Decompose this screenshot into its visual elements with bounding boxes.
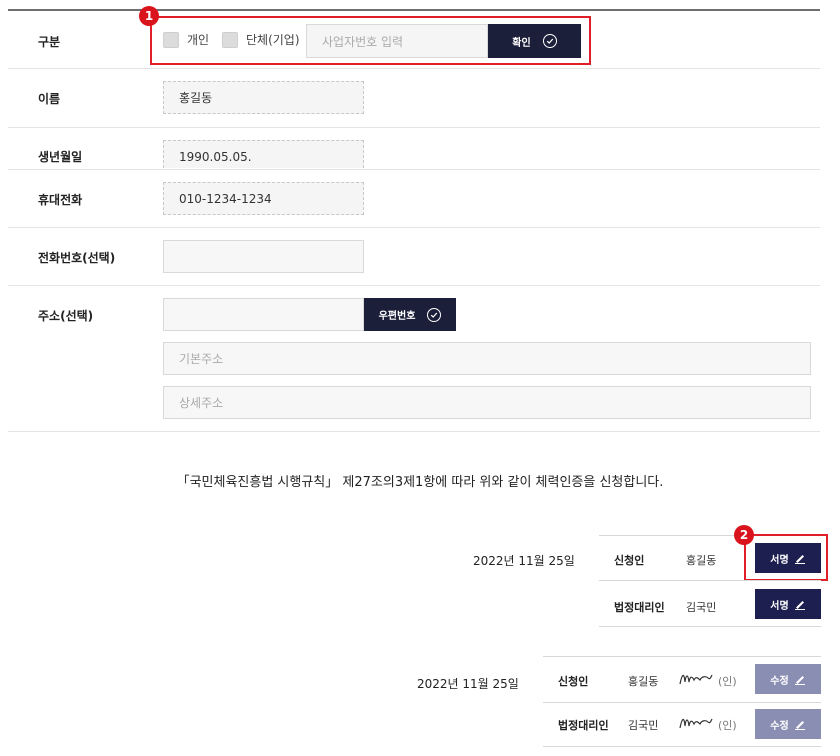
sign-date-1: 2022년 11월 25일 bbox=[473, 554, 575, 568]
applicant-label: 신청인 bbox=[558, 675, 589, 688]
row-separator bbox=[8, 169, 820, 170]
guardian-label: 법정대리인 bbox=[614, 601, 665, 614]
zipcode-button-label: 우편번호 bbox=[378, 311, 416, 322]
sign-date-2: 2022년 11월 25일 bbox=[417, 677, 519, 691]
pen-icon bbox=[794, 718, 806, 730]
applicant-edit-button[interactable]: 수정 bbox=[755, 664, 821, 694]
signature-image bbox=[679, 674, 713, 685]
mobile-value: 010-1234-1234 bbox=[179, 191, 272, 206]
applicant-edit-label: 수정 bbox=[770, 675, 789, 687]
highlight-box-2 bbox=[744, 534, 828, 581]
guardian-label: 법정대리인 bbox=[558, 719, 609, 732]
applicant-label: 신청인 bbox=[614, 554, 645, 567]
sign-table-line bbox=[599, 626, 821, 627]
guardian-edit-button[interactable]: 수정 bbox=[755, 709, 821, 739]
signature-image bbox=[679, 718, 713, 729]
birthdate-label: 생년월일 bbox=[38, 150, 83, 164]
type-label: 구분 bbox=[38, 35, 61, 49]
applicant-seal: (인) bbox=[718, 675, 737, 688]
name-label: 이름 bbox=[38, 92, 61, 106]
guardian-edit-label: 수정 bbox=[770, 720, 789, 732]
guardian-sign-button[interactable]: 서명 bbox=[755, 589, 821, 619]
address-label: 주소(선택) bbox=[38, 309, 94, 323]
phone-label: 전화번호(선택) bbox=[38, 251, 116, 265]
guardian-seal: (인) bbox=[718, 719, 737, 732]
marker-2: 2 bbox=[734, 525, 754, 545]
mobile-field: 010-1234-1234 bbox=[163, 182, 364, 215]
phone-input[interactable] bbox=[163, 240, 364, 273]
basic-address-placeholder: 기본주소 bbox=[179, 352, 224, 366]
basic-address-input[interactable]: 기본주소 bbox=[163, 342, 811, 375]
highlight-box-1 bbox=[150, 16, 591, 65]
row-separator bbox=[8, 431, 820, 432]
applicant-name: 홍길동 bbox=[686, 554, 717, 567]
form-top-border bbox=[8, 9, 820, 11]
name-field: 홍길동 bbox=[163, 81, 364, 114]
sign-table-line bbox=[543, 656, 821, 657]
pen-icon bbox=[794, 598, 806, 610]
name-value: 홍길동 bbox=[179, 91, 213, 105]
row-separator bbox=[8, 127, 820, 128]
zipcode-input[interactable] bbox=[163, 298, 364, 331]
sign-table-line bbox=[543, 702, 821, 703]
detail-address-placeholder: 상세주소 bbox=[179, 396, 224, 410]
sign-table-line bbox=[599, 580, 821, 581]
marker-1: 1 bbox=[139, 6, 159, 26]
application-statement: 「국민체육진흥법 시행규칙」 제27조의3제1항에 따라 위와 같이 체력인증을… bbox=[176, 475, 664, 490]
row-separator bbox=[8, 68, 820, 69]
pen-icon bbox=[794, 673, 806, 685]
sign-table-line bbox=[543, 746, 821, 747]
guardian-name: 김국민 bbox=[628, 719, 659, 732]
mobile-label: 휴대전화 bbox=[38, 193, 83, 207]
birthdate-value: 1990.05.05. bbox=[179, 150, 252, 164]
guardian-sign-label: 서명 bbox=[770, 600, 789, 612]
applicant-name: 홍길동 bbox=[628, 675, 659, 688]
row-separator bbox=[8, 285, 820, 286]
row-separator bbox=[8, 227, 820, 228]
guardian-name: 김국민 bbox=[686, 601, 717, 614]
birthdate-field: 1990.05.05. bbox=[163, 140, 364, 168]
zipcode-button[interactable]: 우편번호 bbox=[364, 298, 456, 331]
detail-address-input[interactable]: 상세주소 bbox=[163, 386, 811, 419]
check-circle-icon bbox=[427, 307, 442, 322]
